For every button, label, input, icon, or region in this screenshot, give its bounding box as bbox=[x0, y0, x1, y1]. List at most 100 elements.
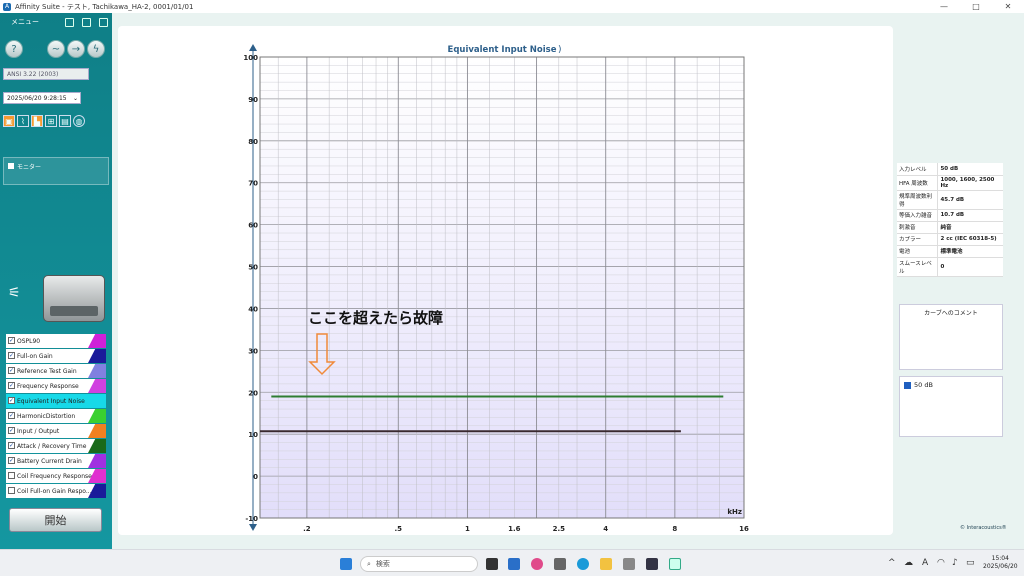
info-row: カプラー 2 cc (IEC 60318-5) bbox=[897, 233, 1003, 246]
report-icon[interactable] bbox=[99, 17, 108, 27]
folder-icon[interactable] bbox=[600, 558, 612, 570]
test-checkbox[interactable]: ✓ bbox=[8, 397, 15, 404]
info-label: 等価入力雑音 bbox=[897, 209, 938, 222]
datetime-select[interactable]: 2025/06/20 9:28:15 ⌄ bbox=[3, 92, 81, 104]
test-checkbox[interactable] bbox=[8, 487, 15, 494]
test-item[interactable]: Coil Frequency Response bbox=[6, 469, 106, 483]
save-icon[interactable] bbox=[82, 17, 91, 27]
maximize-button[interactable]: □ bbox=[960, 2, 992, 11]
test-item[interactable]: ✓ Reference Test Gain bbox=[6, 364, 106, 378]
x-tick-label: 1 bbox=[465, 525, 470, 533]
chevron-up-icon[interactable]: ^ bbox=[888, 558, 896, 568]
ime-icon[interactable]: A bbox=[922, 558, 928, 568]
globe-icon[interactable]: ◍ bbox=[73, 115, 85, 127]
info-value: 0 bbox=[937, 257, 1003, 277]
mic-icon[interactable] bbox=[623, 558, 635, 570]
app-icon-2[interactable] bbox=[646, 558, 658, 570]
test-item[interactable]: ✓ OSPL90 bbox=[6, 334, 106, 348]
standard-select[interactable]: ANSI 3.22 (2003) bbox=[3, 68, 89, 80]
test-item[interactable]: ✓ Input / Output bbox=[6, 424, 106, 438]
taskbar: ⌕ 検索 ^ ☁ A ◠ ♪ ▭ 15:04 2025/06/20 bbox=[0, 549, 1024, 576]
left-panel: メニュー ? ~ → ϟ ANSI 3.22 (2003) 2025/06/20… bbox=[0, 13, 112, 549]
settings-slider-icon[interactable]: ⚟ bbox=[8, 285, 30, 307]
x-tick-label: 8 bbox=[672, 525, 677, 533]
test-item[interactable]: ✓ Frequency Response bbox=[6, 379, 106, 393]
menu-row: メニュー bbox=[3, 15, 109, 29]
test-label: Frequency Response bbox=[17, 382, 79, 390]
test-item[interactable]: ✓ Full-on Gain bbox=[6, 349, 106, 363]
comment-box[interactable]: カーブへのコメント bbox=[899, 304, 1003, 370]
test-color-swatch bbox=[88, 394, 106, 408]
camera-icon[interactable]: ▣ bbox=[3, 115, 15, 127]
test-color-swatch bbox=[88, 439, 106, 453]
test-checkbox[interactable] bbox=[8, 472, 15, 479]
test-checkbox[interactable]: ✓ bbox=[8, 442, 15, 449]
info-row: スムースレベル 0 bbox=[897, 257, 1003, 277]
test-label: Attack / Recovery Time bbox=[17, 442, 87, 450]
y-tick-label: 70 bbox=[248, 180, 258, 188]
menu-button[interactable]: メニュー bbox=[11, 17, 39, 27]
info-label: カプラー bbox=[897, 233, 938, 246]
cloud-icon[interactable]: ☁ bbox=[904, 558, 913, 568]
monitor-checkbox[interactable] bbox=[8, 163, 14, 169]
y-tick-label: 30 bbox=[248, 347, 258, 355]
arrow-right-icon[interactable]: → bbox=[67, 40, 85, 58]
chart-panel: 100 90 80 70 60 50 40 30 20 10 0 -10.2.5 1 1.6 2.5 4 8 16… bbox=[118, 26, 893, 535]
test-item[interactable]: ✓ Battery Current Drain bbox=[6, 454, 106, 468]
battery-icon[interactable]: ▭ bbox=[966, 558, 975, 568]
test-checkbox[interactable]: ✓ bbox=[8, 352, 15, 359]
print-icon[interactable] bbox=[65, 17, 74, 27]
legend-checkbox[interactable] bbox=[904, 381, 911, 389]
info-value: 標準電池 bbox=[937, 245, 1003, 258]
start-button[interactable]: 開始 bbox=[9, 508, 102, 532]
affinity-taskbar-icon[interactable] bbox=[669, 558, 681, 570]
test-checkbox[interactable]: ✓ bbox=[8, 427, 15, 434]
test-color-swatch bbox=[88, 364, 106, 378]
close-button[interactable]: ✕ bbox=[992, 2, 1024, 11]
minimize-button[interactable]: — bbox=[928, 2, 960, 11]
explorer-icon[interactable] bbox=[486, 558, 498, 570]
y-tick-label: 20 bbox=[248, 389, 258, 397]
test-checkbox[interactable]: ✓ bbox=[8, 367, 15, 374]
camera-app-icon[interactable] bbox=[554, 558, 566, 570]
info-value: 1000, 1600, 2500 Hz bbox=[937, 175, 1003, 191]
test-color-swatch bbox=[88, 349, 106, 363]
test-checkbox[interactable]: ✓ bbox=[8, 337, 15, 344]
info-label: 刺激音 bbox=[897, 221, 938, 234]
test-label: Input / Output bbox=[17, 427, 60, 435]
grid-icon[interactable]: ⊞ bbox=[45, 115, 57, 127]
speaker-icon[interactable]: ♪ bbox=[952, 558, 958, 568]
mode-buttons: ? ~ → ϟ bbox=[3, 39, 109, 59]
x-tick-label: 4 bbox=[603, 525, 608, 533]
comment-title: カーブへのコメント bbox=[924, 310, 978, 317]
mail-icon[interactable] bbox=[508, 558, 520, 570]
test-item[interactable]: ✓ HarmonicDistortion bbox=[6, 409, 106, 423]
edge-icon[interactable] bbox=[577, 558, 589, 570]
wifi-icon[interactable]: ◠ bbox=[937, 558, 945, 568]
y-tick-label: 40 bbox=[248, 305, 258, 313]
y-tick-label: 10 bbox=[248, 431, 258, 439]
y-tick-label: 60 bbox=[248, 222, 258, 230]
monitor-panel: モニター bbox=[3, 157, 109, 185]
test-checkbox[interactable]: ✓ bbox=[8, 457, 15, 464]
ear-icon[interactable]: ? bbox=[5, 40, 23, 58]
lightning-icon[interactable]: ϟ bbox=[87, 40, 105, 58]
y-tick-label: 80 bbox=[248, 138, 258, 146]
test-checkbox[interactable]: ✓ bbox=[8, 412, 15, 419]
curve-icon[interactable]: ⌇ bbox=[17, 115, 29, 127]
wave-icon[interactable]: ~ bbox=[47, 40, 65, 58]
windows-start-icon[interactable] bbox=[340, 558, 352, 570]
test-item[interactable]: Coil Full-on Gain Respo... bbox=[6, 484, 106, 498]
music-icon[interactable] bbox=[531, 558, 543, 570]
test-checkbox[interactable]: ✓ bbox=[8, 382, 15, 389]
taskbar-search[interactable]: ⌕ 検索 bbox=[360, 556, 478, 572]
table-icon[interactable]: ▤ bbox=[59, 115, 71, 127]
test-item[interactable]: ✓ Equivalent Input Noise bbox=[6, 394, 106, 408]
chart: 1009080706050403020100-10.2.5 1 1.6 2.5 4 8 16… bbox=[243, 44, 749, 533]
test-item[interactable]: ✓ Attack / Recovery Time bbox=[6, 439, 106, 453]
info-table: 入力レベル 50 dB HFA 周波数 1000, 1600, 2500 Hz 規準周波… bbox=[897, 163, 1003, 277]
info-value: 10.7 dB bbox=[937, 209, 1003, 222]
chart-icon[interactable]: ▙ bbox=[31, 115, 43, 127]
x-tick-label: 1.6 bbox=[508, 525, 521, 533]
x-tick-label: 2.5 bbox=[553, 525, 566, 533]
